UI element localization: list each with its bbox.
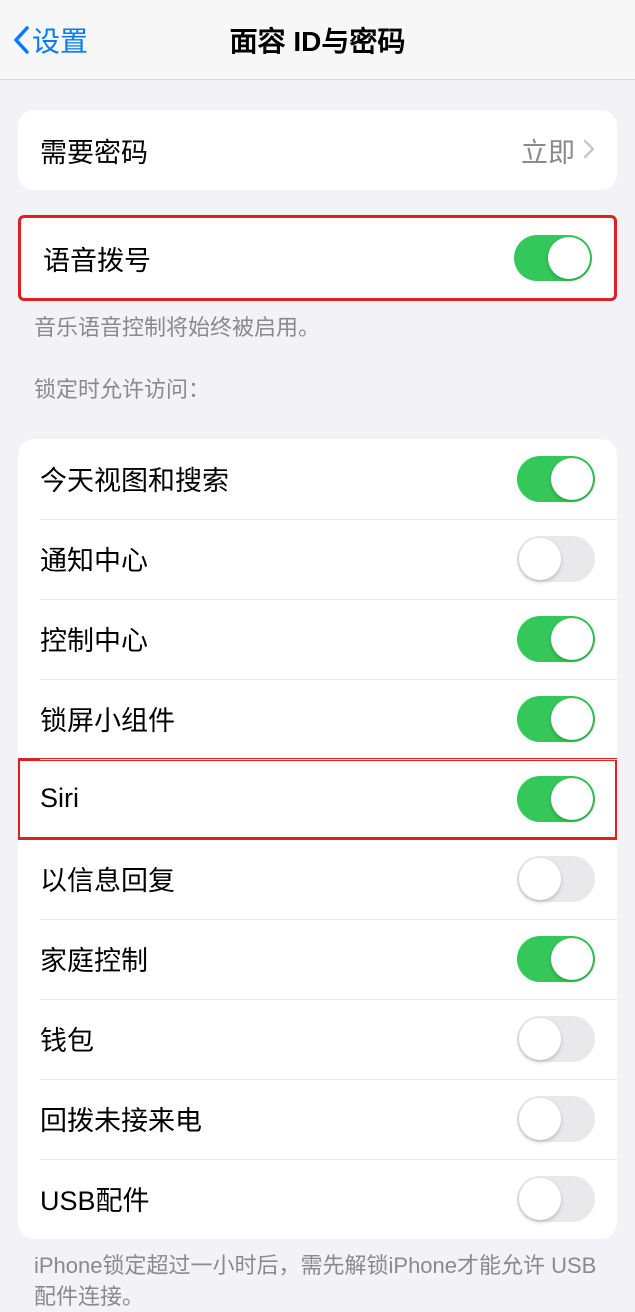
require-passcode-value: 立即 — [521, 131, 595, 170]
lock-item-row: 控制中心 — [18, 599, 617, 679]
lock-item-row: 钱包 — [18, 999, 617, 1079]
lock-item-label: 家庭控制 — [40, 939, 148, 978]
lock-item-row: 锁屏小组件 — [18, 679, 617, 759]
voice-dial-row: 语音拨号 — [21, 218, 614, 298]
lock-item-row: 以信息回复 — [18, 839, 617, 919]
lock-item-label: 以信息回复 — [40, 859, 175, 898]
lock-item-label: Siri — [40, 783, 79, 814]
lock-item-label: 控制中心 — [40, 619, 148, 658]
back-button[interactable]: 设置 — [0, 20, 88, 60]
page-title: 面容 ID与密码 — [230, 20, 406, 60]
lock-item-row: USB配件 — [18, 1159, 617, 1239]
lock-item-toggle[interactable] — [517, 1016, 595, 1062]
voice-dial-footer: 音乐语音控制将始终被启用。 — [0, 301, 635, 344]
lock-item-toggle[interactable] — [517, 936, 595, 982]
lock-item-toggle[interactable] — [517, 696, 595, 742]
lock-item-toggle[interactable] — [517, 1176, 595, 1222]
chevron-left-icon — [12, 25, 30, 55]
lock-item-row: Siri — [18, 759, 617, 839]
lock-item-label: 今天视图和搜索 — [40, 459, 229, 498]
lock-section-footer: iPhone锁定超过一小时后，需先解锁iPhone才能允许 USB 配件连接。 — [0, 1239, 635, 1312]
voice-dial-group: 语音拨号 — [18, 215, 617, 301]
voice-dial-toggle[interactable] — [514, 235, 592, 281]
lock-section-header: 锁定时允许访问： — [0, 344, 635, 414]
lock-item-label: USB配件 — [40, 1179, 150, 1218]
require-passcode-row[interactable]: 需要密码 立即 — [18, 110, 617, 190]
lock-item-label: 锁屏小组件 — [40, 699, 175, 738]
lock-item-toggle[interactable] — [517, 1096, 595, 1142]
require-passcode-label: 需要密码 — [40, 131, 148, 170]
lock-item-label: 通知中心 — [40, 539, 148, 578]
navigation-bar: 设置 面容 ID与密码 — [0, 0, 635, 80]
lock-item-label: 回拨未接来电 — [40, 1099, 202, 1138]
lock-item-label: 钱包 — [40, 1019, 94, 1058]
lock-item-toggle[interactable] — [517, 456, 595, 502]
passcode-group: 需要密码 立即 — [18, 110, 617, 190]
lock-item-row: 通知中心 — [18, 519, 617, 599]
lock-item-toggle[interactable] — [517, 776, 595, 822]
chevron-right-icon — [583, 133, 595, 167]
lock-access-group: 今天视图和搜索通知中心控制中心锁屏小组件 Siri 以信息回复家庭控制钱包回拨未接来… — [18, 439, 617, 1239]
voice-dial-label: 语音拨号 — [43, 239, 151, 278]
lock-item-toggle[interactable] — [517, 616, 595, 662]
lock-item-row: 今天视图和搜索 — [18, 439, 617, 519]
lock-item-row: 回拨未接来电 — [18, 1079, 617, 1159]
lock-item-toggle[interactable] — [517, 856, 595, 902]
back-label: 设置 — [32, 20, 88, 60]
lock-item-toggle[interactable] — [517, 536, 595, 582]
lock-item-row: 家庭控制 — [18, 919, 617, 999]
